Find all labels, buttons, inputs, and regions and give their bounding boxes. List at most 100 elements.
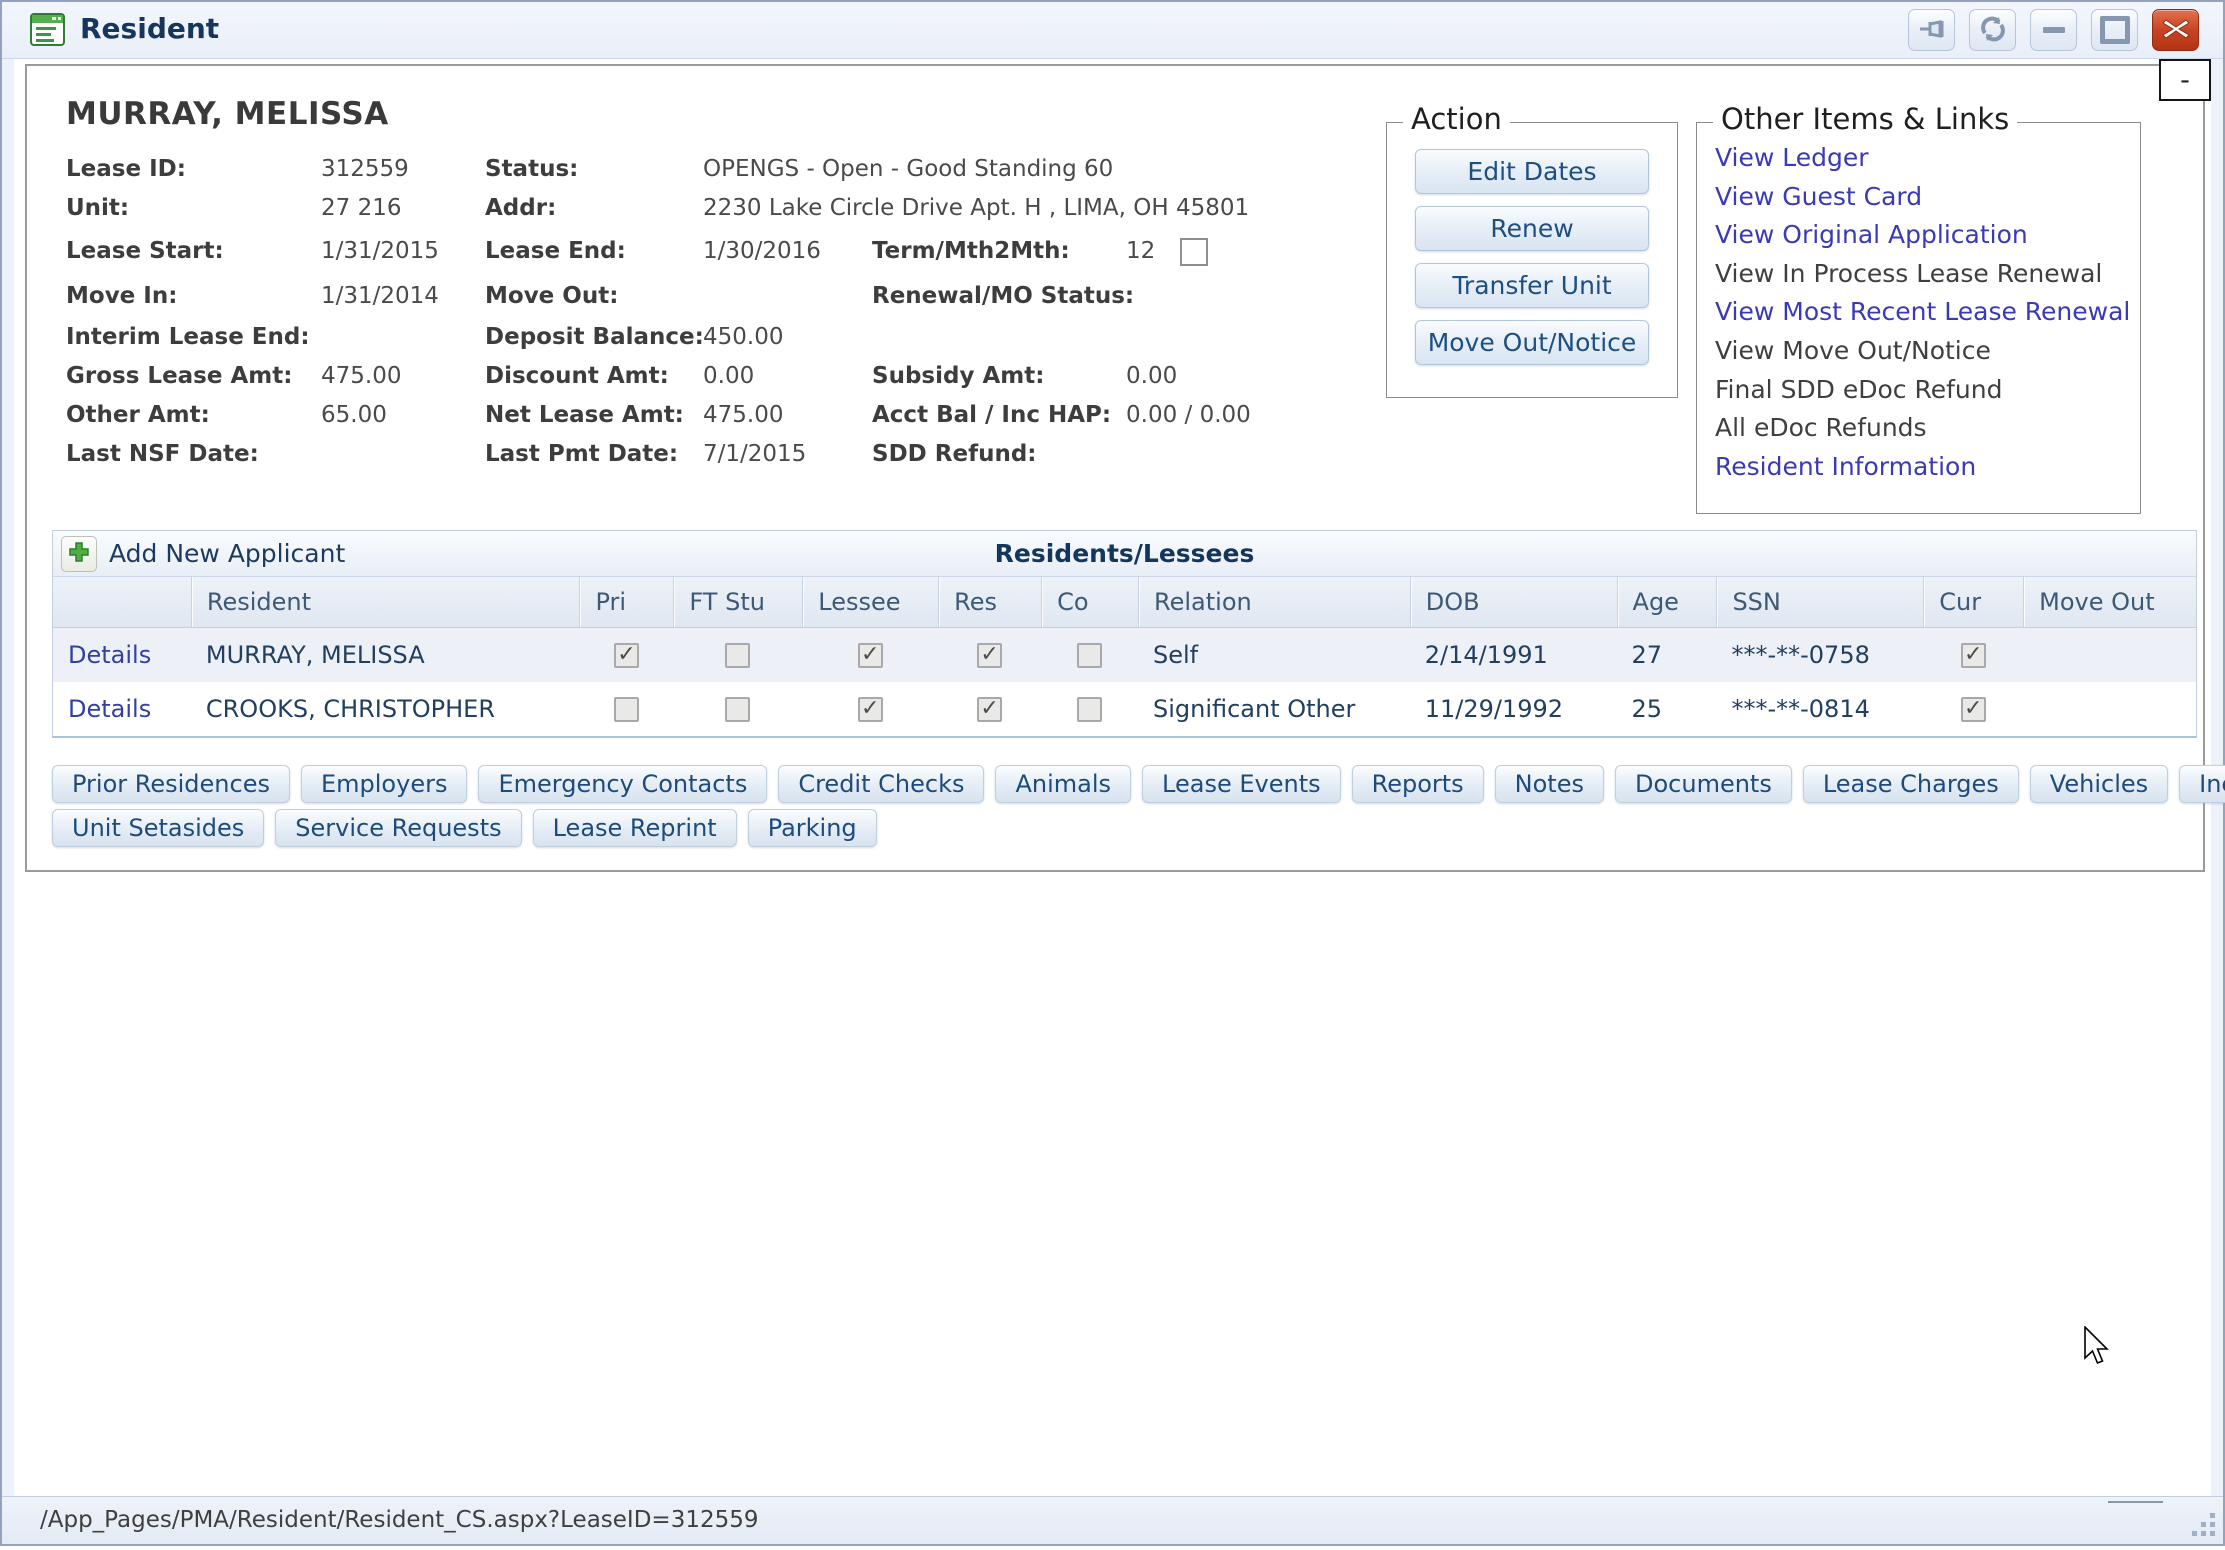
link-view-original-application[interactable]: View Original Application [1715, 216, 2140, 255]
field-label: Discount Amt: [485, 363, 669, 389]
action-buttons: Edit Dates Renew Transfer Unit Move Out/Not… [1387, 149, 1677, 365]
pin-button[interactable] [1908, 9, 1955, 51]
field-label: Term/Mth2Mth: [872, 238, 1070, 264]
section-tabs-row-2: Unit Setasides Service Requests Lease Repr… [52, 809, 877, 847]
ft-stu-checkbox[interactable] [725, 697, 750, 722]
cell-ssn: ***-**-0758 [1716, 641, 1923, 669]
cell-cur [1923, 697, 2023, 722]
cell-co [1041, 697, 1138, 722]
res-checkbox[interactable] [977, 643, 1002, 668]
residents-table-title: Residents/Lessees [53, 539, 2196, 568]
co-checkbox[interactable] [1077, 697, 1102, 722]
field-label: SDD Refund: [872, 441, 1036, 467]
action-group-legend: Action [1403, 102, 1510, 136]
tab-credit-checks[interactable]: Credit Checks [778, 765, 984, 803]
field-value: 12 [1126, 238, 1155, 264]
ft-stu-checkbox[interactable] [725, 643, 750, 668]
tab-vehicles[interactable]: Vehicles [2030, 765, 2168, 803]
tab-lease-events[interactable]: Lease Events [1142, 765, 1341, 803]
link-view-ledger[interactable]: View Ledger [1715, 139, 2140, 178]
cur-checkbox[interactable] [1961, 643, 1986, 668]
details-link[interactable]: Details [68, 641, 151, 669]
resize-grip-icon[interactable] [2187, 1508, 2217, 1538]
pin-icon [1917, 14, 1947, 47]
tab-parking[interactable]: Parking [748, 809, 877, 847]
refresh-button[interactable] [1969, 9, 2016, 51]
tab-unit-setasides[interactable]: Unit Setasides [52, 809, 264, 847]
tab-reports[interactable]: Reports [1352, 765, 1484, 803]
link-view-most-recent-lease-renewal[interactable]: View Most Recent Lease Renewal [1715, 293, 2140, 332]
move-out-notice-button[interactable]: Move Out/Notice [1415, 320, 1649, 365]
column-header-relation: Relation [1138, 577, 1410, 627]
other-items-legend: Other Items & Links [1713, 102, 2017, 136]
field-value: 2230 Lake Circle Drive Apt. H , LIMA, OH… [703, 195, 1249, 221]
edit-dates-button[interactable]: Edit Dates [1415, 149, 1649, 194]
tab-prior-residences[interactable]: Prior Residences [52, 765, 290, 803]
field-row: Unit:27 216Addr:2230 Lake Circle Drive A… [66, 191, 1386, 230]
field-value: 475.00 [321, 363, 401, 389]
refresh-icon [1978, 14, 2008, 47]
cell-lessee [802, 697, 938, 722]
field-value: 0.00 [703, 363, 754, 389]
link-view-in-process-lease-renewal: View In Process Lease Renewal [1715, 255, 2140, 294]
add-new-applicant-label[interactable]: Add New Applicant [109, 539, 345, 568]
column-header-co: Co [1041, 577, 1138, 627]
link-view-guest-card[interactable]: View Guest Card [1715, 178, 2140, 217]
field-row: Lease ID:312559Status:OPENGS - Open - Go… [66, 152, 1386, 191]
pri-checkbox[interactable] [614, 697, 639, 722]
field-label: Status: [485, 156, 578, 182]
field-label: Move In: [66, 283, 177, 309]
tab-service-requests[interactable]: Service Requests [275, 809, 521, 847]
minimize-icon [2043, 27, 2065, 33]
tab-employers[interactable]: Employers [301, 765, 467, 803]
field-row: Other Amt:65.00Net Lease Amt:475.00Acct … [66, 398, 1386, 437]
cell-resident: MURRAY, MELISSA [191, 641, 580, 669]
lessee-checkbox[interactable] [858, 697, 883, 722]
renew-button[interactable]: Renew [1415, 206, 1649, 251]
lessee-checkbox[interactable] [858, 643, 883, 668]
field-label: Gross Lease Amt: [66, 363, 292, 389]
tab-lease-reprint[interactable]: Lease Reprint [533, 809, 737, 847]
field-label: Acct Bal / Inc HAP: [872, 402, 1111, 428]
table-row: DetailsMURRAY, MELISSASelf2/14/199127***… [53, 628, 2196, 682]
field-value: 1/31/2014 [321, 283, 439, 309]
co-checkbox[interactable] [1077, 643, 1102, 668]
field-row: Last NSF Date:Last Pmt Date:7/1/2015SDD … [66, 437, 1386, 476]
tab-documents[interactable]: Documents [1615, 765, 1792, 803]
residents-table-toolbar: Add New Applicant Residents/Lessees [53, 531, 2196, 577]
cell-co [1041, 643, 1138, 668]
column-header-lessee: Lessee [802, 577, 938, 627]
maximize-button[interactable] [2091, 9, 2138, 51]
cell-dob: 2/14/1991 [1410, 641, 1617, 669]
details-link[interactable]: Details [68, 695, 151, 723]
field-value: 1/30/2016 [703, 238, 821, 264]
term-mth2mth-checkbox[interactable] [1180, 238, 1208, 266]
tab-animals[interactable]: Animals [995, 765, 1131, 803]
column-header-pri: Pri [579, 577, 673, 627]
column-header-ft-stu: FT Stu [673, 577, 802, 627]
link-resident-information[interactable]: Resident Information [1715, 448, 2140, 487]
mouse-cursor [2083, 1326, 2119, 1372]
cell-lessee [802, 643, 938, 668]
tab-income-tics[interactable]: Income/TICs [2179, 765, 2225, 803]
tab-lease-charges[interactable]: Lease Charges [1803, 765, 2019, 803]
close-button[interactable] [2152, 9, 2199, 51]
field-value: 0.00 [1126, 363, 1177, 389]
minimize-button[interactable] [2030, 9, 2077, 51]
window-title: Resident [80, 12, 219, 45]
res-checkbox[interactable] [977, 697, 1002, 722]
residents-table-header: ResidentPriFT StuLesseeResCoRelationDOBA… [53, 577, 2196, 628]
column-header-resident: Resident [191, 577, 580, 627]
cur-checkbox[interactable] [1961, 697, 1986, 722]
field-label: Addr: [485, 195, 556, 221]
field-label: Other Amt: [66, 402, 210, 428]
tab-emergency-contacts[interactable]: Emergency Contacts [478, 765, 767, 803]
status-divider [2108, 1501, 2163, 1503]
pri-checkbox[interactable] [614, 643, 639, 668]
status-url: /App_Pages/PMA/Resident/Resident_CS.aspx… [40, 1507, 759, 1533]
column-header-cur: Cur [1923, 577, 2023, 627]
field-value: 1/31/2015 [321, 238, 439, 264]
tab-notes[interactable]: Notes [1495, 765, 1604, 803]
transfer-unit-button[interactable]: Transfer Unit [1415, 263, 1649, 308]
add-new-applicant-button[interactable] [61, 536, 97, 572]
